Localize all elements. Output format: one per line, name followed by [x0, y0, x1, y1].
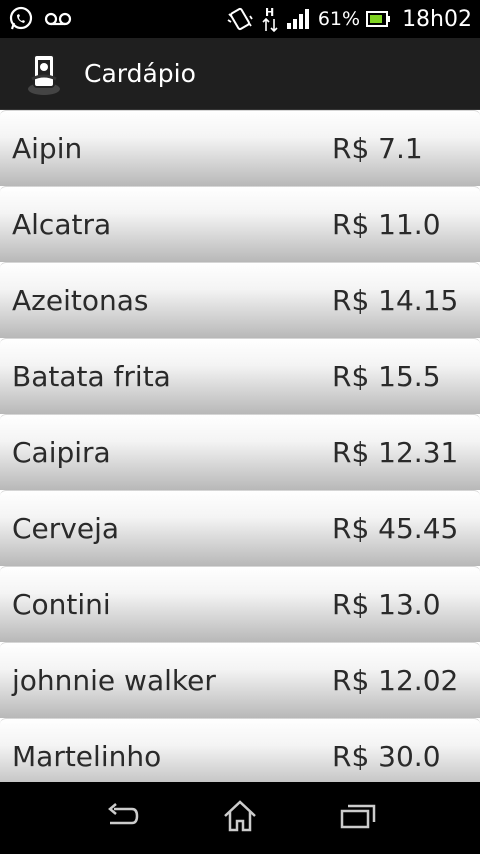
item-price: R$ 30.0 [332, 740, 441, 773]
app-logo-icon[interactable] [24, 49, 64, 99]
battery-percent: 61% [317, 8, 361, 30]
item-price: R$ 11.0 [332, 208, 441, 241]
back-icon [104, 801, 140, 835]
list-item[interactable]: Contini R$ 13.0 [0, 566, 480, 642]
item-price: R$ 45.45 [332, 512, 459, 545]
list-item[interactable]: Batata frita R$ 15.5 [0, 338, 480, 414]
item-name: Caipira [12, 436, 111, 469]
action-bar: Cardápio [0, 38, 480, 110]
recent-apps-button[interactable] [299, 782, 417, 854]
item-name: Alcatra [12, 208, 112, 241]
item-price: R$ 7.1 [332, 132, 423, 165]
status-bar-left [8, 6, 72, 32]
battery-icon [366, 10, 392, 28]
back-button[interactable] [63, 782, 181, 854]
item-name: Contini [12, 588, 111, 621]
list-item[interactable]: Caipira R$ 12.31 [0, 414, 480, 490]
menu-list: Aipin R$ 7.1 Alcatra R$ 11.0 Azeitonas R… [0, 110, 480, 782]
clock: 18h02 [402, 6, 472, 32]
voicemail-icon [44, 11, 72, 27]
item-price: R$ 15.5 [332, 360, 441, 393]
item-price: R$ 13.0 [332, 588, 441, 621]
item-name: Martelinho [12, 740, 162, 773]
item-price: R$ 12.31 [332, 436, 459, 469]
status-bar: H 61% 18h02 [0, 0, 480, 38]
vibrate-icon [226, 6, 254, 32]
home-button[interactable] [181, 782, 299, 854]
item-price: R$ 14.15 [332, 284, 459, 317]
list-item[interactable]: johnnie walker R$ 12.02 [0, 642, 480, 718]
navigation-bar [0, 782, 480, 854]
page-title: Cardápio [84, 59, 196, 88]
item-price: R$ 12.02 [332, 664, 459, 697]
signal-icon [286, 8, 312, 30]
item-name: Azeitonas [12, 284, 149, 317]
list-item[interactable]: Azeitonas R$ 14.15 [0, 262, 480, 338]
list-item[interactable]: Martelinho R$ 30.0 [0, 718, 480, 782]
home-icon [222, 799, 258, 837]
status-bar-right: H 61% 18h02 [226, 5, 472, 33]
whatsapp-icon [8, 6, 34, 32]
item-name: johnnie walker [12, 664, 216, 697]
list-item[interactable]: Aipin R$ 7.1 [0, 110, 480, 186]
recent-apps-icon [339, 802, 377, 834]
svg-text:H: H [265, 6, 274, 19]
list-item[interactable]: Cerveja R$ 45.45 [0, 490, 480, 566]
list-item[interactable]: Alcatra R$ 11.0 [0, 186, 480, 262]
item-name: Cerveja [12, 512, 120, 545]
item-name: Batata frita [12, 360, 171, 393]
data-h-icon: H [260, 5, 280, 33]
item-name: Aipin [12, 132, 83, 165]
